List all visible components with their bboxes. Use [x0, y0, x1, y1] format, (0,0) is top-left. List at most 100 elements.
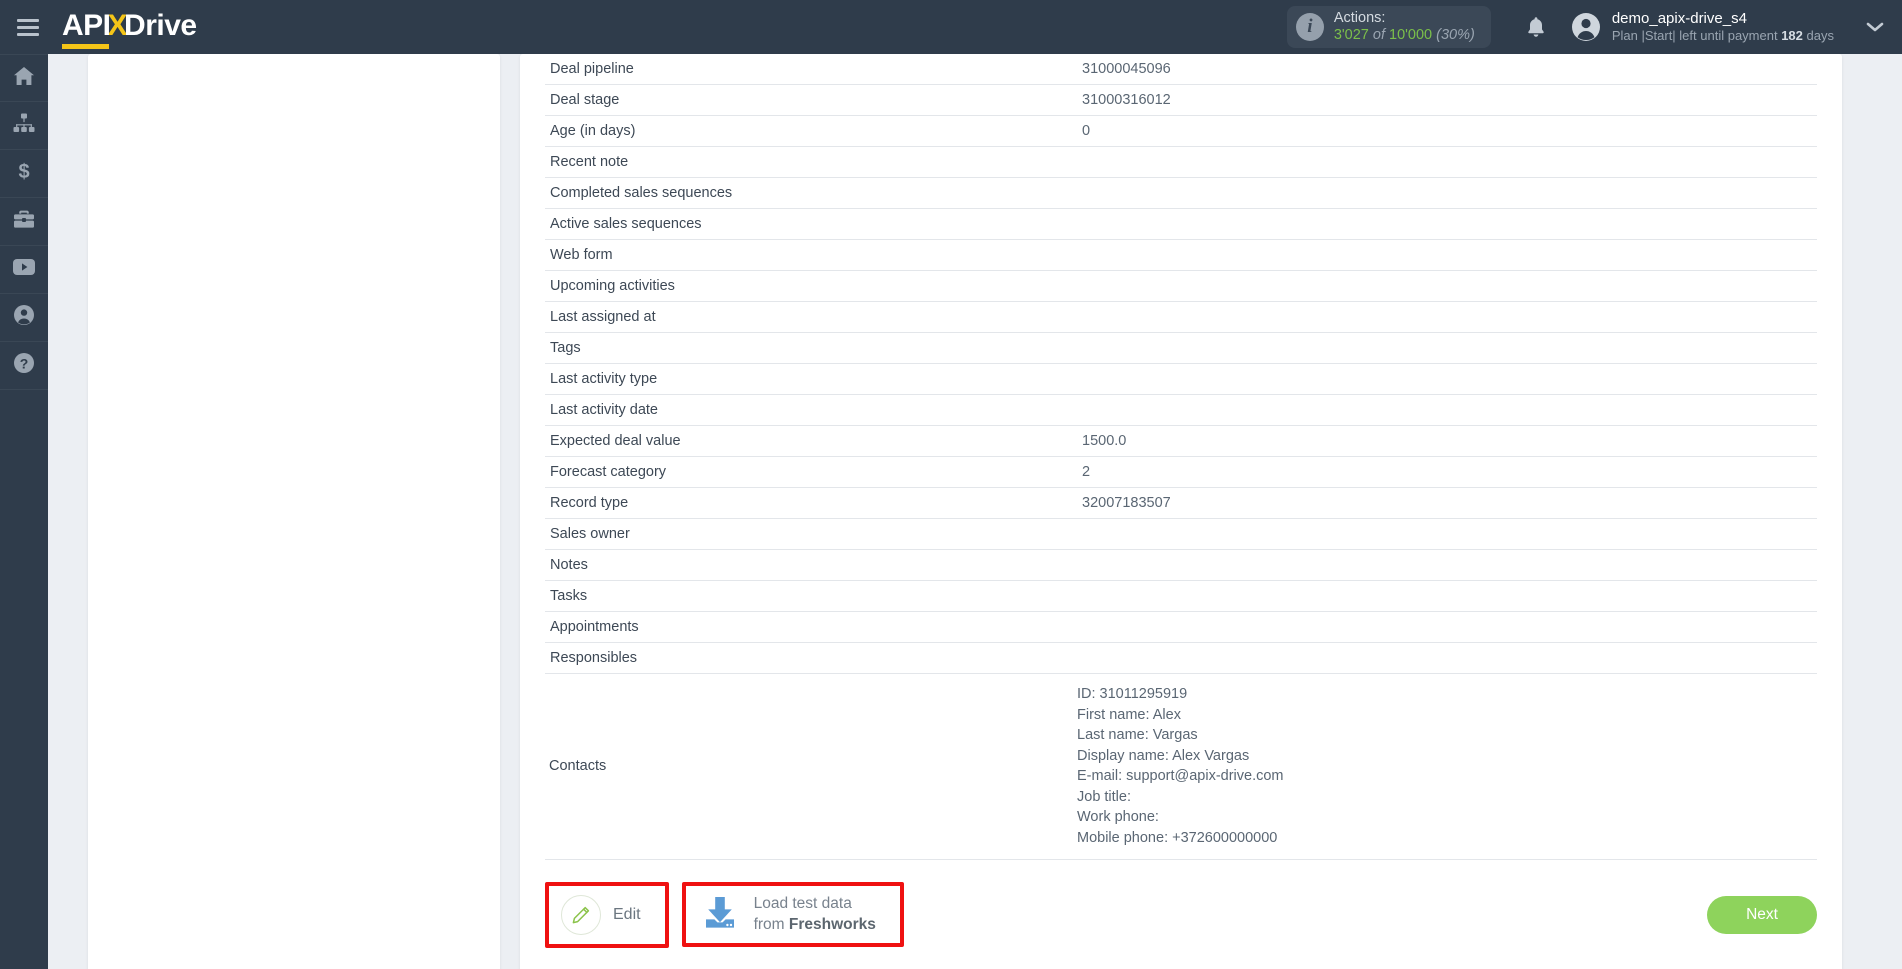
table-row: Appointments — [545, 611, 1817, 643]
top-bar-right: i Actions: 3'027 of 10'000 (30%) demo_ap… — [1286, 0, 1902, 54]
field-value — [1073, 332, 1817, 364]
field-value — [1073, 394, 1817, 426]
field-value: 32007183507 — [1073, 487, 1817, 519]
field-value — [1073, 549, 1817, 581]
field-value: 0 — [1073, 115, 1817, 147]
load-line-2-service: Freshworks — [788, 915, 876, 933]
table-row: Record type 32007183507 — [545, 487, 1817, 519]
field-value — [1073, 363, 1817, 395]
help-icon: ? — [13, 352, 35, 379]
field-label: Last assigned at — [545, 301, 1073, 333]
field-value-contacts: ID: 31011295919 First name: Alex Last na… — [1073, 673, 1817, 860]
edit-button-highlight: Edit — [545, 881, 669, 948]
actions-total: 10'000 — [1389, 27, 1433, 43]
logo-text-api: API — [62, 9, 111, 49]
notification-bell-icon[interactable] — [1517, 15, 1555, 39]
user-plan-prefix: Plan |Start| left until payment — [1611, 28, 1778, 44]
top-bar: API X Drive i Actions: 3'027 of 10'000 (… — [0, 0, 1902, 54]
table-row: Forecast category 2 — [545, 456, 1817, 488]
table-row: Deal pipeline 31000045096 — [545, 54, 1817, 85]
field-label: Last activity type — [545, 363, 1073, 395]
next-button[interactable]: Next — [1707, 895, 1817, 934]
sidebar-item-account[interactable] — [0, 294, 48, 342]
field-value — [1073, 642, 1817, 674]
test-data-card: Deal pipeline 31000045096 Deal stage 310003… — [520, 54, 1842, 969]
field-label: Completed sales sequences — [545, 177, 1073, 209]
chevron-down-icon[interactable] — [1848, 21, 1902, 33]
load-test-data-button[interactable]: Load test data from Freshworks — [687, 888, 898, 941]
sidebar-item-home[interactable] — [0, 54, 48, 102]
field-label: Deal stage — [545, 84, 1073, 116]
user-plan-suffix: days — [1806, 28, 1834, 44]
field-value — [1073, 177, 1817, 209]
load-line-1: Load test data — [753, 895, 852, 913]
user-avatar-icon[interactable] — [1571, 12, 1601, 42]
field-value — [1073, 146, 1817, 178]
apix-drive-logo[interactable]: API X Drive — [62, 8, 197, 49]
actions-of: of — [1372, 27, 1385, 43]
field-value — [1073, 611, 1817, 643]
actions-quota-box[interactable]: i Actions: 3'027 of 10'000 (30%) — [1286, 6, 1491, 48]
field-label: Active sales sequences — [545, 208, 1073, 240]
table-row: Sales owner — [545, 518, 1817, 550]
field-label: Deal pipeline — [545, 54, 1073, 85]
dollar-icon: $ — [16, 160, 32, 187]
field-label: Notes — [545, 549, 1073, 581]
load-line-2-prefix: from — [753, 915, 789, 933]
field-label: Sales owner — [545, 518, 1073, 550]
table-row: Last activity type — [545, 363, 1817, 395]
field-value — [1073, 518, 1817, 550]
sidebar-item-video[interactable] — [0, 246, 48, 294]
field-table: Deal pipeline 31000045096 Deal stage 310003… — [545, 54, 1817, 860]
edit-button-label: Edit — [613, 905, 641, 923]
actions-label: Actions: — [1333, 9, 1386, 26]
load-test-data-label: Load test data from Freshworks — [754, 894, 876, 934]
table-row: Last assigned at — [545, 301, 1817, 333]
edit-button[interactable]: Edit — [551, 887, 663, 942]
table-row: Upcoming activities — [545, 270, 1817, 302]
user-plan-info: Plan |Start| left until payment 182 days — [1612, 28, 1834, 44]
left-content-panel — [88, 54, 500, 969]
page-body: Deal pipeline 31000045096 Deal stage 310003… — [48, 54, 1902, 969]
account-icon — [13, 304, 35, 331]
field-label: Forecast category — [545, 456, 1073, 488]
field-value: 31000045096 — [1073, 54, 1817, 85]
sidebar-item-connections[interactable] — [0, 102, 48, 150]
table-row: Notes — [545, 549, 1817, 581]
sidebar-item-business[interactable] — [0, 198, 48, 246]
download-icon — [700, 895, 740, 934]
field-label: Contacts — [545, 673, 1073, 860]
connections-icon — [13, 113, 35, 138]
user-plan-days: 182 — [1781, 28, 1803, 44]
sidebar-item-help[interactable]: ? — [0, 342, 48, 390]
field-value: 31000316012 — [1073, 84, 1817, 116]
field-value: 1500.0 — [1073, 425, 1817, 457]
info-icon: i — [1295, 13, 1324, 41]
logo-text-drive: Drive — [124, 8, 197, 42]
table-row: Expected deal value 1500.0 — [545, 425, 1817, 457]
load-test-data-highlight: Load test data from Freshworks — [681, 882, 904, 947]
table-row: Age (in days) 0 — [545, 115, 1817, 147]
table-row: Active sales sequences — [545, 208, 1817, 240]
footer-actions: Edit Load test data from Freshworks Next — [545, 878, 1817, 952]
hamburger-menu-icon[interactable] — [0, 0, 56, 54]
table-row: Tasks — [545, 580, 1817, 612]
briefcase-icon — [13, 209, 35, 234]
field-value — [1073, 270, 1817, 302]
pencil-icon — [561, 894, 601, 935]
user-account-block[interactable]: demo_apix-drive_s4 Plan |Start| left unt… — [1612, 10, 1834, 45]
field-value: 2 — [1073, 456, 1817, 488]
actions-percent: (30%) — [1436, 27, 1475, 43]
field-label: Tasks — [545, 580, 1073, 612]
table-row: Recent note — [545, 146, 1817, 178]
table-row-contacts: Contacts ID: 31011295919 First name: Alex… — [545, 673, 1817, 860]
table-row: Last activity date — [545, 394, 1817, 426]
field-label: Web form — [545, 239, 1073, 271]
field-value — [1073, 580, 1817, 612]
table-row: Responsibles — [545, 642, 1817, 674]
field-value — [1073, 239, 1817, 271]
field-label: Age (in days) — [545, 115, 1073, 147]
field-label: Tags — [545, 332, 1073, 364]
sidebar-item-billing[interactable]: $ — [0, 150, 48, 198]
field-label: Appointments — [545, 611, 1073, 643]
